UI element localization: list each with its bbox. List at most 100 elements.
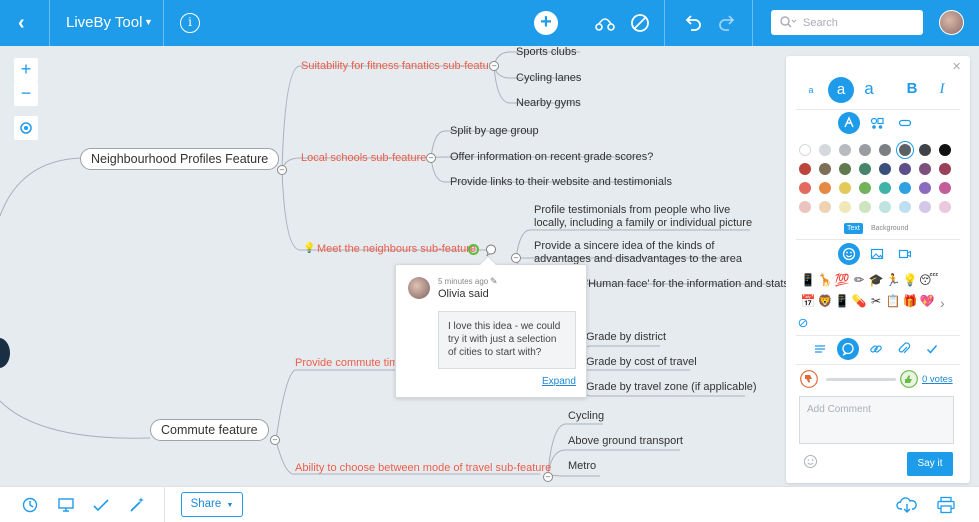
- color-swatch[interactable]: [839, 163, 851, 175]
- task-check-icon[interactable]: [92, 496, 110, 514]
- leaf-node[interactable]: Nearby gyms: [516, 97, 581, 109]
- undo-icon[interactable]: [682, 12, 704, 34]
- emoji-option[interactable]: 📱: [834, 294, 850, 308]
- leaf-node[interactable]: Sports clubs: [516, 46, 577, 58]
- emoji-option[interactable]: 💊: [851, 294, 867, 308]
- subnode-fitness[interactable]: Suitability for fitness fanatics sub-fea…: [301, 60, 498, 72]
- emoji-option[interactable]: 🎁: [902, 294, 918, 308]
- app-title[interactable]: LiveBy Tool: [66, 14, 142, 31]
- emoji-option[interactable]: ✏: [851, 273, 867, 287]
- attachment-icon[interactable]: [897, 342, 911, 356]
- close-icon[interactable]: ✕: [952, 60, 961, 73]
- color-swatch[interactable]: [819, 144, 831, 156]
- leaf-node[interactable]: Metro: [568, 460, 596, 472]
- no-emoji-icon[interactable]: [798, 318, 808, 328]
- node-style-tab[interactable]: [894, 112, 916, 134]
- emoji-option[interactable]: ✂: [868, 294, 884, 308]
- status-circle-icon[interactable]: [468, 244, 479, 255]
- subnode-neighbours[interactable]: Meet the neighbours sub-feature: [317, 243, 476, 255]
- info-icon[interactable]: i: [180, 13, 200, 33]
- color-swatch[interactable]: [879, 144, 891, 156]
- leaf-node[interactable]: Grade by travel zone (if applicable): [586, 381, 757, 393]
- emoji-option[interactable]: 💡: [902, 273, 918, 287]
- leaf-node[interactable]: Offer information on recent grade scores…: [450, 151, 653, 163]
- color-swatch[interactable]: [939, 201, 951, 213]
- link-icon[interactable]: [869, 342, 883, 356]
- leaf-node[interactable]: Cycling: [568, 410, 604, 422]
- color-swatch[interactable]: [919, 144, 931, 156]
- expand-link[interactable]: Expand: [542, 376, 576, 387]
- color-swatch[interactable]: [819, 182, 831, 194]
- color-swatch[interactable]: [839, 144, 851, 156]
- font-size-medium-button[interactable]: a: [828, 77, 854, 103]
- cloud-download-icon[interactable]: [896, 496, 918, 514]
- comment-icon[interactable]: [485, 244, 497, 256]
- print-icon[interactable]: [936, 496, 956, 514]
- collapse-toggle[interactable]: –: [277, 165, 287, 175]
- votes-link[interactable]: 0 votes: [922, 374, 953, 385]
- color-swatch[interactable]: [939, 144, 951, 156]
- user-avatar[interactable]: [939, 10, 964, 35]
- subnode-commute-time[interactable]: Provide commute time: [295, 357, 404, 369]
- recenter-button[interactable]: [14, 116, 38, 140]
- search-box[interactable]: [771, 10, 923, 35]
- color-swatch[interactable]: [799, 144, 811, 156]
- zoom-in-button[interactable]: +: [14, 58, 38, 82]
- presentation-icon[interactable]: [57, 496, 75, 514]
- color-swatch[interactable]: [919, 201, 931, 213]
- color-swatch[interactable]: [879, 163, 891, 175]
- color-swatch[interactable]: [899, 182, 911, 194]
- shape-style-tab[interactable]: [866, 112, 888, 134]
- leaf-node[interactable]: 'Human face' for the information and sta…: [586, 278, 789, 290]
- color-swatch[interactable]: [859, 163, 871, 175]
- edit-pencil-icon[interactable]: ✎: [490, 276, 498, 287]
- emoji-option[interactable]: 🦁: [817, 294, 833, 308]
- font-size-large-button[interactable]: a: [858, 78, 880, 100]
- emoji-option[interactable]: 🎓: [868, 273, 884, 287]
- leaf-node[interactable]: Profile testimonials from people who liv…: [534, 204, 754, 230]
- color-swatch[interactable]: [859, 144, 871, 156]
- leaf-node[interactable]: Cycling lanes: [516, 72, 581, 84]
- image-tab[interactable]: [866, 243, 888, 265]
- leaf-node[interactable]: Grade by cost of travel: [586, 356, 697, 368]
- text-style-tab[interactable]: [838, 112, 860, 134]
- emoji-option[interactable]: 📋: [885, 294, 901, 308]
- color-swatch[interactable]: [799, 163, 811, 175]
- title-dropdown-icon[interactable]: ▼: [144, 17, 153, 27]
- bold-button[interactable]: B: [901, 78, 923, 100]
- collapse-toggle[interactable]: –: [543, 472, 553, 482]
- collapse-toggle[interactable]: –: [270, 435, 280, 445]
- say-it-button[interactable]: Say it: [907, 452, 953, 476]
- emoji-option[interactable]: 🦒: [817, 273, 833, 287]
- leaf-node[interactable]: Provide a sincere idea of the kinds of a…: [534, 240, 744, 266]
- thumbs-down-icon[interactable]: [800, 370, 818, 388]
- color-swatch[interactable]: [839, 201, 851, 213]
- add-node-button[interactable]: +: [534, 11, 558, 35]
- color-swatch[interactable]: [879, 182, 891, 194]
- root-node-neighbourhood[interactable]: Neighbourhood Profiles Feature: [80, 148, 280, 170]
- color-swatch[interactable]: [919, 163, 931, 175]
- leaf-node[interactable]: Split by age group: [450, 125, 539, 137]
- background-color-tab[interactable]: Background: [868, 223, 911, 234]
- color-swatch[interactable]: [819, 201, 831, 213]
- collapse-toggle[interactable]: –: [489, 61, 499, 71]
- comments-tab[interactable]: [837, 338, 859, 360]
- redo-icon[interactable]: [716, 12, 738, 34]
- connect-nodes-icon[interactable]: [594, 12, 616, 34]
- collapse-toggle[interactable]: –: [426, 153, 436, 163]
- emoji-option[interactable]: 📅: [800, 294, 816, 308]
- emoji-option[interactable]: 💯: [834, 273, 850, 287]
- subnode-schools[interactable]: Local schools sub-feature: [301, 152, 426, 164]
- leaf-node[interactable]: Above ground transport: [568, 435, 683, 447]
- color-swatch[interactable]: [879, 201, 891, 213]
- color-swatch[interactable]: [899, 163, 911, 175]
- emoji-tab[interactable]: [838, 243, 860, 265]
- share-button[interactable]: Share ▼: [181, 492, 243, 517]
- emoji-picker-icon[interactable]: [803, 454, 818, 469]
- color-swatch[interactable]: [919, 182, 931, 194]
- color-swatch[interactable]: [859, 201, 871, 213]
- zoom-out-button[interactable]: −: [14, 82, 38, 106]
- magic-wand-icon[interactable]: [128, 496, 146, 514]
- color-swatch[interactable]: [859, 182, 871, 194]
- color-swatch[interactable]: [939, 182, 951, 194]
